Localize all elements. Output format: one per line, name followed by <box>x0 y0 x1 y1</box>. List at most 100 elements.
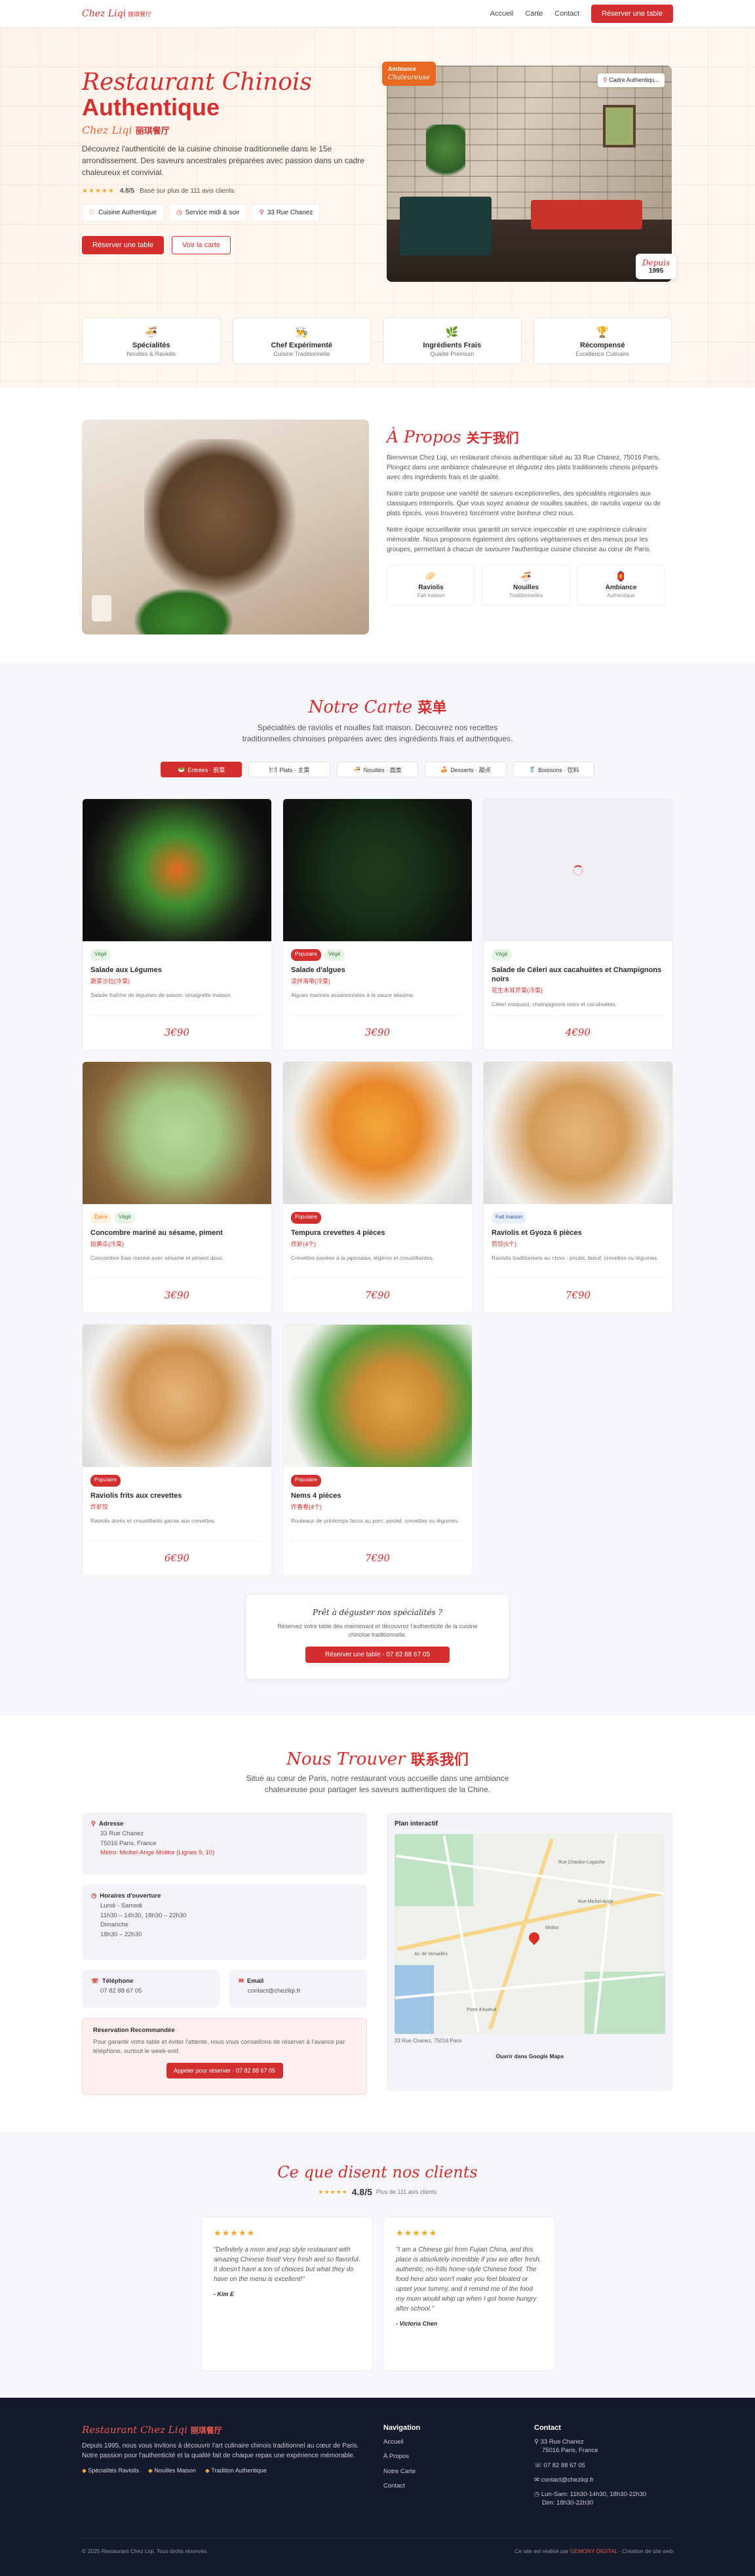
contact-intro-line1: Situé au cœur de Paris, notre restaurant… <box>246 1774 509 1783</box>
hero-menu-button[interactable]: Voir la carte <box>171 235 231 254</box>
footer-link-contact[interactable]: Contact <box>383 2482 420 2490</box>
photo-leaves <box>134 589 233 634</box>
chef-icon: 👨‍🍳 <box>295 327 309 338</box>
dish-grid: Végé Salade aux Légumes 蔬菜沙拉(冷菜) Salade fra… <box>82 798 673 1576</box>
review-author: - Victoria Chen <box>396 2320 438 2327</box>
map-label: Molitor <box>545 1926 560 1930</box>
clock-icon: ◷ <box>534 2491 541 2499</box>
footer-link-accueil[interactable]: Accueil <box>383 2438 420 2446</box>
email-value: contact@chezliqi.fr <box>248 1987 301 1995</box>
nav-link-accueil[interactable]: Accueil <box>490 10 513 18</box>
testimonials-title: Ce que disent nos clients <box>277 2163 478 2181</box>
footer-link-carte[interactable]: Notre Carte <box>383 2467 420 2476</box>
footer-pill: ◆ Tradition Authentique <box>205 2467 267 2474</box>
dish-name-cn: 拍黄瓜(冷菜) <box>90 1240 124 1247</box>
address-card: ⚲ Adresse 33 Rue Chanez 75016 Paris, Fran… <box>82 1812 367 1875</box>
footer-brand: Restaurant Chez Liqi 丽琪餐厅 Depuis 1995, n… <box>82 2424 370 2474</box>
credit-link[interactable]: GEMONY DIGITAL <box>570 2548 617 2554</box>
dish-tag: Fait maison <box>492 1212 527 1224</box>
rating-text: Plus de 111 avis clients <box>376 2189 437 2195</box>
tab-nouilles[interactable]: 🍜 Nouilles · 面类 <box>336 762 419 777</box>
since-year: 1995 <box>648 267 664 275</box>
dish-price: 7€90 <box>364 1289 391 1301</box>
nav-reserve-button[interactable]: Réserver une table <box>591 4 673 23</box>
dish-name-cn: 炸虾(4个) <box>291 1240 316 1247</box>
menu-title-cn: 菜单 <box>417 699 447 716</box>
tab-label: Entrées · 前菜 <box>187 766 225 773</box>
address-value: 33 Rue Chanez 75016 Paris, France Métro:… <box>91 1829 358 1858</box>
feature-sub: Nouilles & Raviolis <box>126 351 176 357</box>
dish-tags: Populaire <box>283 1467 472 1487</box>
dish-card[interactable]: Épicé Végé Concombre mariné au sésame, pim… <box>82 1061 272 1314</box>
hero-title-line2: Authentique <box>82 93 220 121</box>
dish-card[interactable]: Populaire Tempura crevettes 4 pièces 炸虾(4个… <box>282 1061 473 1314</box>
heart-icon: ♡ <box>89 208 95 216</box>
dish-description: Crevettes panées à la japonaise, légères… <box>291 1254 434 1261</box>
tab-plats[interactable]: 🍽 Plats · 主菜 <box>248 762 330 777</box>
feature-title: Récompensé <box>580 342 625 349</box>
photo-table <box>531 200 642 229</box>
dish-divider <box>90 1278 263 1279</box>
cta-reserve-button[interactable]: Réserver une table · 07 82 88 67 05 <box>305 1647 450 1664</box>
address-line1: 33 Rue Chanez <box>100 1830 144 1837</box>
dish-card[interactable]: Végé Salade de Céleri aux cacahuètes et C… <box>483 798 673 1051</box>
dish-tag: Végé <box>324 949 345 961</box>
footer-phone-text: 07 82 88 67 05 <box>543 2461 585 2469</box>
call-to-reserve-button[interactable]: Appeler pour réserver · 07 82 88 67 05 <box>166 2062 283 2078</box>
feature-card: 🍜 Spécialités Nouilles & Raviolis <box>82 317 221 364</box>
open-google-maps-link[interactable]: Ouvrir dans Google Maps <box>395 2053 665 2059</box>
chip-label: Cuisine Authentique <box>98 208 157 216</box>
chip-label: 33 Rue Chanez <box>267 208 313 216</box>
footer-email[interactable]: ✉ contact@chezliqi.fr <box>534 2476 646 2484</box>
hero-subtitle: Chez Liqi 丽琪餐厅 <box>82 124 370 136</box>
footer-phone[interactable]: ☏ 07 82 88 67 05 <box>534 2461 646 2470</box>
map-label: Av. de Versailles <box>414 1952 448 1957</box>
phone-icon: ☏ <box>534 2461 544 2469</box>
menu-reserve-cta: Prêt à déguster nos spécialités ? Réserv… <box>246 1594 509 1679</box>
site-logo[interactable]: Chez Liqi 丽琪餐厅 <box>82 9 151 19</box>
about-card-sub: Fait maison <box>417 593 445 598</box>
dish-card[interactable]: Populaire Nems 4 pièces 炸春卷(4个) Rouleaux de… <box>282 1324 473 1576</box>
footer-pill: ◆ Nouilles Maison <box>148 2467 196 2474</box>
tab-boissons[interactable]: 🥤 Boissons · 饮料 <box>513 762 595 777</box>
phone-card[interactable]: ☏ Téléphone 07 82 88 67 05 <box>82 1970 220 2008</box>
about-title: À Propos 关于我们 <box>387 427 672 446</box>
phone-label-text: Téléphone <box>102 1978 134 1985</box>
dish-card[interactable]: Fait maison Raviolis et Gyoza 6 pièces 煎饺(… <box>483 1061 673 1314</box>
tab-entrees[interactable]: 🥗 Entrées · 前菜 <box>161 762 242 777</box>
footer-brand-title: Restaurant Chez Liqi 丽琪餐厅 <box>82 2424 370 2436</box>
tab-desserts[interactable]: 🍰 Desserts · 甜点 <box>425 762 507 777</box>
footer-address-line1: 33 Rue Chanez <box>540 2438 584 2446</box>
hero-reserve-button[interactable]: Réserver une table <box>82 235 164 254</box>
footer-pill-label: Spécialités Raviolis <box>88 2467 139 2474</box>
dish-name-cn: 炸虾饺 <box>90 1503 109 1510</box>
dish-card[interactable]: Populaire Végé Salade d'algues 凉拌海带(冷菜) Algu… <box>282 798 473 1051</box>
dish-divider <box>90 1541 263 1542</box>
hero-description: Découvrez l'authenticité de la cuisine c… <box>82 144 364 177</box>
dish-name: Salade aux Légumes <box>90 966 162 974</box>
reservation-title: Réservation Recommandée <box>93 2027 175 2034</box>
testimonials-header: Ce que disent nos clients ★★★★★ 4.8/5 Pl… <box>0 2163 755 2197</box>
menu-title-text: Notre Carte <box>308 697 413 717</box>
nav-link-contact[interactable]: Contact <box>554 10 579 18</box>
nav-link-carte[interactable]: Carte <box>525 10 543 18</box>
hours-value: Lundi - Samedi 11h30 – 14h30, 18h30 – 22… <box>91 1902 358 1940</box>
address-badge-text: Cadre Authentiqu... <box>609 77 660 83</box>
map-pin-icon[interactable] <box>526 1930 542 1945</box>
about-card-title: Ambiance <box>605 584 637 591</box>
dish-photo <box>283 799 472 941</box>
hero-title-line1: Restaurant Chinois <box>82 69 312 96</box>
dish-card[interactable]: Populaire Raviolis frits aux crevettes 炸虾饺… <box>82 1324 272 1576</box>
location-pin-icon: ⚲ <box>603 77 610 83</box>
feature-title: Ingrédients Frais <box>423 342 482 349</box>
review-author: - Kim E <box>214 2291 235 2297</box>
email-card[interactable]: ✉ Email contact@chezliqi.fr <box>229 1970 367 2008</box>
logo-cn-text: 丽琪餐厅 <box>128 11 152 18</box>
dish-tag: Populaire <box>90 1475 121 1487</box>
dish-card[interactable]: Végé Salade aux Légumes 蔬菜沙拉(冷菜) Salade fra… <box>82 798 272 1051</box>
feature-card: 🏆 Récompensé Excellence Culinaire <box>533 317 672 364</box>
hours-line4: 18h30 – 22h30 <box>100 1931 142 1939</box>
trophy-icon: 🏆 <box>596 327 610 338</box>
footer-link-apropos[interactable]: À Propos <box>383 2452 420 2461</box>
interactive-map[interactable]: Molitor Rue Chardon-Lagache Rue Michel-A… <box>395 1834 665 2034</box>
